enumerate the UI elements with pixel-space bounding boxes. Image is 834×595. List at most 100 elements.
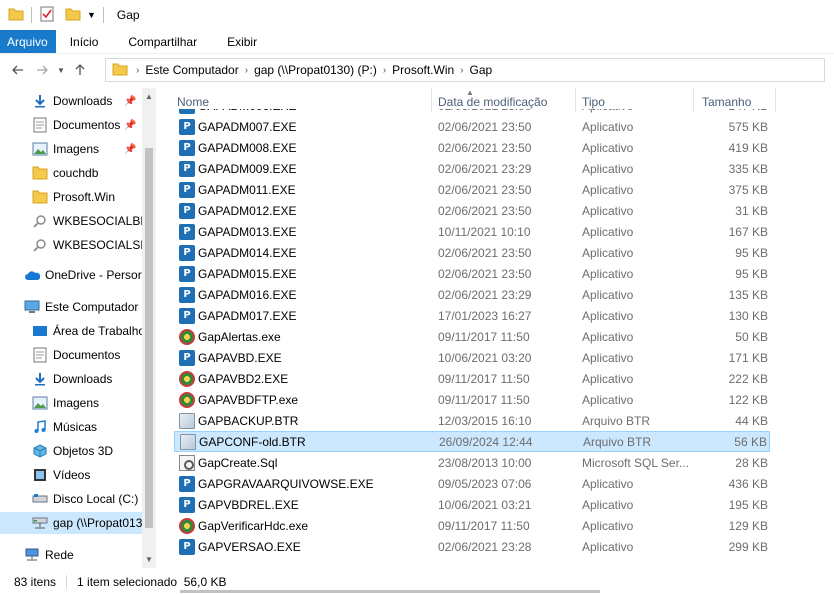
file-name: GAPGRAVAARQUIVOWSE.EXE bbox=[198, 476, 374, 491]
pin-icon[interactable]: 📌 bbox=[124, 120, 136, 131]
file-date: 02/06/2021 23:50 bbox=[438, 140, 532, 155]
customize-toolbar-chevron-icon[interactable]: ▼ bbox=[87, 10, 96, 20]
pin-icon[interactable]: 📌 bbox=[124, 96, 136, 107]
properties-icon[interactable] bbox=[39, 6, 55, 25]
file-row[interactable]: P GAPVERSAO.EXE 02/06/2021 23:28 Aplicativo… bbox=[174, 536, 770, 557]
file-size: 436 KB bbox=[728, 476, 768, 491]
scrollbar-thumb[interactable] bbox=[180, 590, 600, 593]
file-row[interactable]: P GAPADM015.EXE 02/06/2021 23:50 Aplicativo… bbox=[174, 263, 770, 284]
sidebar-item-disco-local[interactable]: Disco Local (C:) bbox=[0, 488, 142, 510]
file-type: Aplicativo bbox=[582, 109, 694, 113]
sidebar-scrollbar[interactable]: ▲ ▼ bbox=[142, 88, 156, 568]
desktop-icon bbox=[32, 323, 48, 339]
sidebar-item-objetos-3d[interactable]: Objetos 3D bbox=[0, 440, 142, 462]
folder-icon bbox=[32, 189, 48, 205]
breadcrumb-gap[interactable]: Gap bbox=[466, 63, 497, 77]
file-row[interactable]: P GAPADM008.EXE 02/06/2021 23:50 Aplicativo… bbox=[174, 137, 770, 158]
sidebar-item-wkbesocialbd[interactable]: WKBESOCIALBD bbox=[0, 210, 142, 232]
file-row[interactable]: GAPAVBD2.EXE 09/11/2017 11:50 Aplicativo 22… bbox=[174, 368, 770, 389]
file-size: 31 KB bbox=[735, 203, 768, 218]
forward-arrow-icon[interactable] bbox=[30, 58, 54, 82]
sidebar-item-imagens-pinned[interactable]: Imagens 📌 bbox=[0, 138, 142, 160]
file-row[interactable]: GAPBACKUP.BTR 12/03/2015 16:10 Arquivo BTR… bbox=[174, 410, 770, 431]
breadcrumb-gap-drive[interactable]: gap (\\Propat0130) (P:) bbox=[250, 63, 381, 77]
sidebar-item-area-de-trabalho[interactable]: Área de Trabalho bbox=[0, 320, 142, 342]
network-drive-icon bbox=[32, 515, 48, 531]
sidebar-item-label: Este Computador bbox=[45, 300, 139, 314]
file-name: GAPAVBDFTP.exe bbox=[198, 392, 299, 407]
file-name: GAPADM007.EXE bbox=[198, 119, 297, 134]
gear-app-icon bbox=[179, 391, 195, 408]
file-size: 135 KB bbox=[728, 287, 768, 302]
recent-locations-chevron-icon[interactable]: ▼ bbox=[54, 58, 68, 82]
sidebar-item-prosoft-win[interactable]: Prosoft.Win bbox=[0, 186, 142, 208]
file-row[interactable]: P GAPADM009.EXE 02/06/2021 23:29 Aplicativo… bbox=[174, 158, 770, 179]
horizontal-scrollbar[interactable] bbox=[170, 588, 834, 595]
sidebar-item-onedrive[interactable]: OneDrive - Persor bbox=[0, 264, 142, 286]
sidebar-item-label: OneDrive - Persor bbox=[45, 268, 142, 282]
tab-arquivo[interactable]: Arquivo bbox=[0, 30, 56, 53]
breadcrumb-separator-icon[interactable]: › bbox=[381, 65, 388, 76]
scroll-down-arrow-icon[interactable]: ▼ bbox=[145, 555, 153, 564]
file-row[interactable]: P GAPADM016.EXE 02/06/2021 23:29 Aplicativo… bbox=[174, 284, 770, 305]
file-row[interactable]: PGAPADM006.EXE 02/06/2021 23:50 Aplicativo… bbox=[174, 109, 770, 116]
file-row[interactable]: P GAPADM014.EXE 02/06/2021 23:50 Aplicativo… bbox=[174, 242, 770, 263]
file-date: 26/09/2024 12:44 bbox=[439, 434, 533, 449]
file-row[interactable]: P GAPVBDREL.EXE 10/06/2021 03:21 Aplicativo… bbox=[174, 494, 770, 515]
breadcrumb-separator-icon[interactable]: › bbox=[458, 65, 465, 76]
file-row[interactable]: P GAPADM012.EXE 02/06/2021 23:50 Aplicativo… bbox=[174, 200, 770, 221]
tab-compartilhar[interactable]: Compartilhar bbox=[113, 30, 212, 53]
file-row[interactable]: P GAPADM013.EXE 10/11/2021 10:10 Aplicativo… bbox=[174, 221, 770, 242]
new-folder-icon[interactable] bbox=[65, 6, 81, 25]
file-date: 02/06/2021 23:29 bbox=[438, 287, 532, 302]
sidebar-item-downloads-pinned[interactable]: Downloads 📌 bbox=[0, 90, 142, 112]
breadcrumb-prosoft-win[interactable]: Prosoft.Win bbox=[388, 63, 458, 77]
file-name: GAPADM006.EXE bbox=[198, 109, 296, 113]
up-arrow-icon[interactable] bbox=[68, 58, 92, 82]
tab-inicio[interactable]: Início bbox=[56, 30, 114, 53]
address-bar[interactable]: › Este Computador › gap (\\Propat0130) (… bbox=[105, 58, 825, 82]
sidebar-item-wkbesocialsm[interactable]: WKBESOCIALSM bbox=[0, 234, 142, 256]
sidebar-item-musicas[interactable]: Músicas bbox=[0, 416, 142, 438]
breadcrumb-separator-icon[interactable]: › bbox=[134, 65, 141, 76]
scroll-up-arrow-icon[interactable]: ▲ bbox=[145, 92, 153, 101]
file-row[interactable]: P GAPADM007.EXE 02/06/2021 23:50 Aplicativo… bbox=[174, 116, 770, 137]
file-row[interactable]: GapVerificarHdc.exe 09/11/2017 11:50 Aplic… bbox=[174, 515, 770, 536]
file-type: Aplicativo bbox=[582, 497, 634, 512]
file-row[interactable]: GapAlertas.exe 09/11/2017 11:50 Aplicativo… bbox=[174, 326, 770, 347]
selection-info: 1 item selecionado 56,0 KB bbox=[77, 575, 227, 589]
sidebar-item-documentos[interactable]: Documentos bbox=[0, 344, 142, 366]
gear-app-icon bbox=[179, 328, 195, 345]
file-type: Microsoft SQL Ser... bbox=[582, 455, 689, 470]
sidebar-item-videos[interactable]: Vídeos bbox=[0, 464, 142, 486]
file-row[interactable]: P GAPAVBD.EXE 10/06/2021 03:20 Aplicativo 17… bbox=[174, 347, 770, 368]
scrollbar-thumb[interactable] bbox=[145, 148, 153, 528]
file-row[interactable]: GAPCONF-old.BTR 26/09/2024 12:44 Arquivo B… bbox=[174, 431, 770, 452]
title-bar: ▼ Gap bbox=[0, 0, 834, 30]
documents-icon bbox=[32, 347, 48, 363]
sidebar-item-couchdb[interactable]: couchdb bbox=[0, 162, 142, 184]
sidebar-item-imagens[interactable]: Imagens bbox=[0, 392, 142, 414]
sidebar-item-documentos-pinned[interactable]: Documentos 📌 bbox=[0, 114, 142, 136]
sidebar-item-downloads[interactable]: Downloads bbox=[0, 368, 142, 390]
tab-exibir[interactable]: Exibir bbox=[212, 30, 272, 53]
file-date: 02/06/2021 23:29 bbox=[438, 161, 532, 176]
file-row[interactable]: GapCreate.Sql 23/08/2013 10:00 Microsoft S… bbox=[174, 452, 770, 473]
file-date: 02/06/2021 23:50 bbox=[438, 109, 531, 113]
file-date: 10/06/2021 03:20 bbox=[438, 350, 532, 365]
breadcrumb-este-computador[interactable]: Este Computador bbox=[141, 63, 242, 77]
file-row[interactable]: GAPAVBDFTP.exe 09/11/2017 11:50 Aplicativo… bbox=[174, 389, 770, 410]
sidebar-item-label: Rede bbox=[45, 548, 74, 562]
file-name: GapVerificarHdc.exe bbox=[198, 518, 309, 533]
file-size: 129 KB bbox=[728, 518, 768, 533]
file-row[interactable]: P GAPGRAVAARQUIVOWSE.EXE 09/05/2023 07:06 A… bbox=[174, 473, 770, 494]
back-arrow-icon[interactable] bbox=[6, 58, 30, 82]
sidebar-item-este-computador[interactable]: Este Computador bbox=[0, 296, 142, 318]
pin-icon[interactable]: 📌 bbox=[124, 144, 136, 155]
exe-icon: P bbox=[179, 286, 195, 303]
file-row[interactable]: P GAPADM011.EXE 02/06/2021 23:50 Aplicativo… bbox=[174, 179, 770, 200]
sidebar-item-gap-network-drive[interactable]: gap (\\Propat013 bbox=[0, 512, 142, 534]
file-row[interactable]: P GAPADM017.EXE 17/01/2023 16:27 Aplicativo… bbox=[174, 305, 770, 326]
breadcrumb-separator-icon[interactable]: › bbox=[243, 65, 250, 76]
sidebar-item-rede[interactable]: Rede bbox=[0, 544, 142, 566]
